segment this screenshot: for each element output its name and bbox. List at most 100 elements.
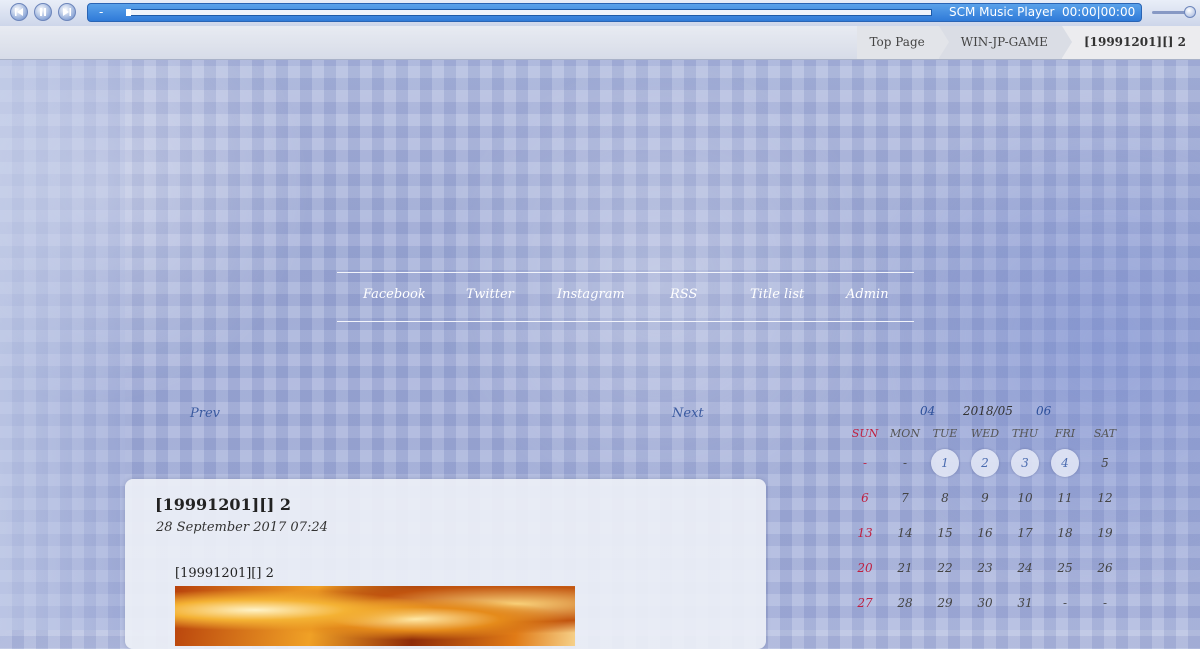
calendar-day: 8 <box>925 483 965 513</box>
breadcrumb-category[interactable]: WIN-JP-GAME <box>938 26 1073 59</box>
calendar-day-label: 30 <box>977 596 993 610</box>
calendar-day-label: 5 <box>1101 456 1109 470</box>
calendar-day-label: 25 <box>1057 561 1073 575</box>
calendar-prev-month[interactable]: 04 <box>920 404 935 418</box>
left-background-band <box>0 60 125 630</box>
pause-icon[interactable] <box>34 3 52 21</box>
calendar-day: 28 <box>885 588 925 618</box>
calendar-day: 18 <box>1045 518 1085 548</box>
progress-bar[interactable] <box>126 9 932 16</box>
calendar-day-label: 19 <box>1097 526 1113 540</box>
nav-rss[interactable]: RSS <box>670 287 697 302</box>
calendar-day: - <box>885 448 925 478</box>
calendar-day-label: 27 <box>857 596 873 610</box>
calendar-day-label: 6 <box>861 491 869 505</box>
calendar-day-label: 28 <box>897 596 913 610</box>
calendar-day: 27 <box>845 588 885 618</box>
calendar-day: 12 <box>1085 483 1125 513</box>
calendar-weekday: SUN <box>851 427 879 440</box>
prev-track-icon[interactable] <box>10 3 28 21</box>
article-card: [19991201][] 2 28 September 2017 07:24 [… <box>125 479 766 649</box>
calendar-day: 30 <box>965 588 1005 618</box>
calendar-day: 16 <box>965 518 1005 548</box>
calendar-day-label: 22 <box>937 561 953 575</box>
nav-title-list[interactable]: Title list <box>750 287 804 302</box>
player-title: SCM Music Player <box>949 5 1055 19</box>
breadcrumb: Top Page WIN-JP-GAME [19991201][] 2 <box>857 26 1200 59</box>
calendar-day-label: 18 <box>1057 526 1073 540</box>
calendar-weekday: THU <box>1011 427 1039 440</box>
calendar-weekday: WED <box>970 427 1000 440</box>
calendar-day: 23 <box>965 553 1005 583</box>
calendar-day-label: 29 <box>937 596 953 610</box>
calendar-day[interactable]: 4 <box>1045 448 1085 478</box>
calendar-day: 19 <box>1085 518 1125 548</box>
calendar-day: 10 <box>1005 483 1045 513</box>
article-title[interactable]: [19991201][] 2 <box>155 495 291 514</box>
calendar-day-label: 10 <box>1017 491 1033 505</box>
volume-knob[interactable] <box>1184 6 1196 18</box>
calendar-day: 15 <box>925 518 965 548</box>
calendar-day: 14 <box>885 518 925 548</box>
calendar-day-label: - <box>902 456 908 470</box>
article-date: 28 September 2017 07:24 <box>156 520 328 535</box>
calendar-day-label: 12 <box>1097 491 1113 505</box>
breadcrumb-current: [19991201][] 2 <box>1061 26 1200 59</box>
calendar-day-label: 3 <box>1011 449 1039 477</box>
calendar-day-label: 17 <box>1017 526 1033 540</box>
nav-twitter[interactable]: Twitter <box>466 287 514 302</box>
calendar-day-label: 15 <box>937 526 953 540</box>
calendar-day-label: 16 <box>977 526 993 540</box>
breadcrumb-bar: Top Page WIN-JP-GAME [19991201][] 2 <box>0 26 1200 60</box>
nav-instagram[interactable]: Instagram <box>557 287 625 302</box>
calendar-day: 24 <box>1005 553 1045 583</box>
article-image[interactable] <box>175 586 575 646</box>
calendar-day-label: 7 <box>901 491 909 505</box>
calendar-day: 9 <box>965 483 1005 513</box>
calendar-day-label: 13 <box>857 526 873 540</box>
volume-slider[interactable] <box>1152 6 1196 18</box>
calendar-day-label: 21 <box>897 561 913 575</box>
next-track-icon[interactable] <box>58 3 76 21</box>
article-body-title: [19991201][] 2 <box>175 566 274 581</box>
calendar-weekday: TUE <box>932 427 958 440</box>
calendar-day: 13 <box>845 518 885 548</box>
calendar-day: 26 <box>1085 553 1125 583</box>
calendar-weekday: FRI <box>1054 427 1076 440</box>
calendar-day[interactable]: 3 <box>1005 448 1045 478</box>
player-time: 00:00|00:00 <box>1062 5 1136 19</box>
calendar-day-label: 11 <box>1057 491 1073 505</box>
calendar-day[interactable]: 1 <box>925 448 965 478</box>
next-link[interactable]: Next <box>672 406 704 421</box>
calendar-day: 29 <box>925 588 965 618</box>
calendar-day: 7 <box>885 483 925 513</box>
nav-admin[interactable]: Admin <box>846 287 889 302</box>
calendar-day-label: 31 <box>1017 596 1033 610</box>
calendar-day-label: 20 <box>857 561 873 575</box>
nav-facebook[interactable]: Facebook <box>363 287 426 302</box>
calendar-next-month[interactable]: 06 <box>1036 404 1051 418</box>
player-track: - SCM Music Player 00:00|00:00 <box>87 3 1142 22</box>
calendar-day: - <box>1045 588 1085 618</box>
calendar-day: 11 <box>1045 483 1085 513</box>
breadcrumb-top-page[interactable]: Top Page <box>857 26 950 59</box>
calendar-day-label: - <box>862 456 868 470</box>
calendar-day-label: 4 <box>1051 449 1079 477</box>
calendar-day-label: - <box>1102 596 1108 610</box>
prev-link[interactable]: Prev <box>190 406 220 421</box>
calendar-day-label: 8 <box>941 491 949 505</box>
calendar-day-label: 14 <box>897 526 913 540</box>
calendar-day: 20 <box>845 553 885 583</box>
calendar-weekday: MON <box>890 427 920 440</box>
calendar-day-label: 2 <box>971 449 999 477</box>
calendar-day-label: 1 <box>931 449 959 477</box>
calendar-day-label: 9 <box>981 491 989 505</box>
player-status: - <box>99 5 104 19</box>
calendar-weekday: SAT <box>1093 427 1117 440</box>
progress-knob[interactable] <box>126 9 131 16</box>
calendar-day: - <box>1085 588 1125 618</box>
calendar-day[interactable]: 2 <box>965 448 1005 478</box>
music-player-bar: - SCM Music Player 00:00|00:00 <box>0 0 1200 27</box>
calendar-day: 6 <box>845 483 885 513</box>
calendar-current-month: 2018/05 <box>963 404 1013 418</box>
